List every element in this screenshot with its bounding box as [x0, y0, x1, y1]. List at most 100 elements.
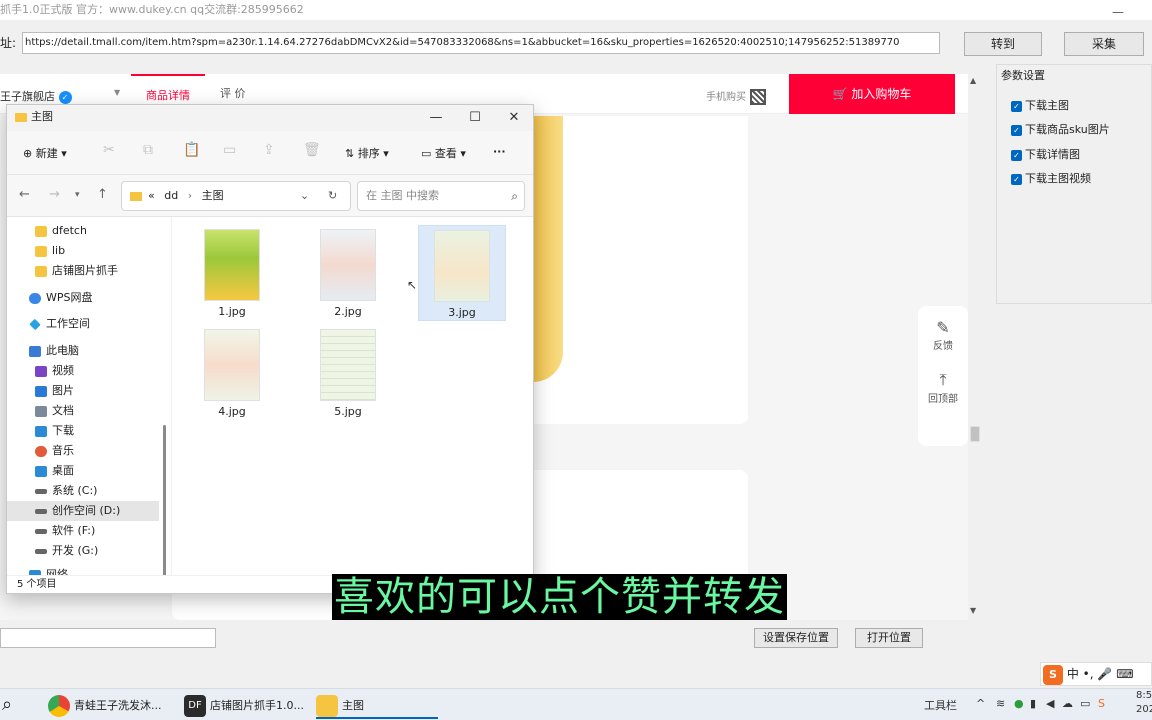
- buy-mobile[interactable]: 手机购买: [706, 88, 766, 105]
- display-icon[interactable]: ▭: [1080, 697, 1090, 710]
- search-icon[interactable]: ⌕: [2, 693, 12, 719]
- browser-scrollbar[interactable]: ▲ ▼: [968, 74, 982, 620]
- sidebar-item-this-pc[interactable]: 此电脑: [7, 341, 159, 361]
- checkbox-checked-icon[interactable]: ✓: [1011, 149, 1022, 161]
- checkbox-checked-icon[interactable]: ✓: [1011, 173, 1022, 185]
- breadcrumb-main[interactable]: 主图: [202, 189, 224, 202]
- sidebar-scrollbar[interactable]: [163, 425, 166, 575]
- param-download-detail[interactable]: ✓ 下载详情图: [1011, 146, 1080, 162]
- file-item[interactable]: 2.jpg: [304, 225, 392, 321]
- sidebar-item-drive-d[interactable]: 创作空间 (D:): [7, 501, 159, 521]
- sidebar-item-drive-g[interactable]: 开发 (G:): [7, 541, 159, 561]
- file-item[interactable]: 1.jpg: [188, 225, 276, 321]
- collect-button[interactable]: 采集: [1064, 32, 1144, 56]
- back-to-top-button[interactable]: ⤒ 回顶部: [918, 370, 968, 405]
- wifi-icon[interactable]: ≋: [996, 697, 1005, 710]
- chevron-up-icon[interactable]: ^: [976, 697, 985, 710]
- more-button[interactable]: ···: [493, 145, 506, 158]
- breadcrumb-dd[interactable]: dd: [164, 189, 178, 202]
- paste-icon[interactable]: 📋: [183, 142, 200, 158]
- file-item[interactable]: 4.jpg: [188, 325, 276, 421]
- sidebar-item-desktop[interactable]: 桌面: [7, 461, 159, 481]
- clock[interactable]: 8:52022/: [1136, 689, 1152, 717]
- refresh-icon[interactable]: ↻: [328, 182, 337, 210]
- maximize-icon[interactable]: ☐: [462, 107, 488, 129]
- address-label: 址:: [0, 36, 17, 50]
- new-button[interactable]: ⊕ 新建 ▾: [23, 145, 67, 161]
- sidebar-item-documents[interactable]: 文档: [7, 401, 159, 421]
- sidebar-item-workspace[interactable]: 工作空间: [7, 314, 159, 334]
- goto-button[interactable]: 转到: [964, 32, 1042, 56]
- recent-chevron-icon[interactable]: ▾: [75, 190, 80, 200]
- shop-name[interactable]: 王子旗舰店 ✓: [0, 88, 72, 104]
- rename-icon[interactable]: ▭: [223, 142, 236, 158]
- drive-icon: [35, 548, 47, 554]
- sidebar-item-lib[interactable]: lib: [7, 241, 159, 261]
- toolbar-label[interactable]: 工具栏: [924, 697, 957, 713]
- checkbox-checked-icon[interactable]: ✓: [1011, 100, 1022, 112]
- drive-icon: [35, 508, 47, 514]
- sogou-tray-icon[interactable]: S: [1098, 697, 1105, 710]
- cloud-icon[interactable]: ☁: [1062, 697, 1073, 710]
- param-download-main[interactable]: ✓ 下载主图: [1011, 97, 1069, 113]
- ime-toolbar[interactable]: S 中 •, 🎤 ⌨: [1040, 662, 1152, 686]
- file-explorer-window: 主图 — ☐ ✕ ⊕ 新建 ▾ ✂ ⧉ 📋 ▭ ⇪ 🗑 ⇅ 排序 ▾ ▭ 查看 …: [6, 104, 534, 594]
- sidebar-item-shop-grabber[interactable]: 店铺图片抓手: [7, 261, 159, 281]
- up-arrow-icon[interactable]: ↑: [97, 187, 108, 202]
- minimize-icon[interactable]: —: [1108, 2, 1128, 19]
- sidebar-item-wps-cloud[interactable]: WPS网盘: [7, 288, 159, 308]
- video-subtitle: 喜欢的可以点个赞并转发: [332, 574, 787, 620]
- taskbar-item-explorer[interactable]: 主图: [316, 693, 438, 719]
- folder-icon: [316, 695, 338, 717]
- navigation-pane: dfetch lib 店铺图片抓手 WPS网盘 工作空间 此电脑 视频 图片 文…: [7, 217, 171, 575]
- volume-icon[interactable]: ◀: [1046, 697, 1054, 710]
- sidebar-item-pictures[interactable]: 图片: [7, 381, 159, 401]
- microphone-icon[interactable]: 🎤: [1097, 667, 1112, 681]
- punctuation-icon[interactable]: •,: [1083, 667, 1094, 681]
- battery-icon[interactable]: ▮: [1030, 697, 1036, 710]
- checkbox-checked-icon[interactable]: ✓: [1011, 124, 1022, 136]
- feedback-button[interactable]: ✎ 反馈: [918, 318, 968, 352]
- bottom-controls: 设置保存位置 打开位置: [0, 620, 1152, 688]
- address-bar[interactable]: « dd › 主图 ⌄ ↻: [121, 181, 351, 211]
- file-item[interactable]: 5.jpg: [304, 325, 392, 421]
- cut-icon[interactable]: ✂: [103, 142, 115, 158]
- set-save-location-button[interactable]: 设置保存位置: [754, 628, 838, 648]
- file-list-pane: 1.jpg 2.jpg 3.jpg 4.jpg 5.jpg: [171, 217, 533, 575]
- back-arrow-icon[interactable]: ←: [19, 187, 30, 202]
- sidebar-item-dfetch[interactable]: dfetch: [7, 221, 159, 241]
- sidebar-item-downloads[interactable]: 下载: [7, 421, 159, 441]
- share-icon[interactable]: ⇪: [263, 142, 275, 158]
- param-download-video[interactable]: ✓ 下载主图视频: [1011, 170, 1091, 186]
- view-button[interactable]: ▭ 查看 ▾: [421, 145, 466, 161]
- url-input[interactable]: https://detail.tmall.com/item.htm?spm=a2…: [22, 32, 940, 54]
- sort-button[interactable]: ⇅ 排序 ▾: [345, 145, 389, 161]
- keyboard-icon[interactable]: ⌨: [1116, 667, 1133, 681]
- add-to-cart-button[interactable]: 🛒 加入购物车: [789, 74, 955, 114]
- explorer-toolbar: ⊕ 新建 ▾ ✂ ⧉ 📋 ▭ ⇪ 🗑 ⇅ 排序 ▾ ▭ 查看 ▾ ···: [7, 131, 533, 175]
- chevron-down-icon[interactable]: ⌄: [300, 182, 309, 210]
- search-icon: ⌕: [511, 189, 518, 203]
- minimize-icon[interactable]: —: [423, 107, 449, 129]
- sidebar-item-network[interactable]: 网络: [7, 565, 159, 575]
- chevron-down-icon[interactable]: ▼: [114, 88, 120, 97]
- open-location-button[interactable]: 打开位置: [855, 628, 923, 648]
- sidebar-item-drive-c[interactable]: 系统 (C:): [7, 481, 159, 501]
- file-item-selected[interactable]: 3.jpg: [418, 225, 506, 321]
- scroll-up-icon[interactable]: ▲: [970, 76, 976, 85]
- sidebar-item-videos[interactable]: 视频: [7, 361, 159, 381]
- ime-mode[interactable]: 中: [1067, 667, 1079, 681]
- sidebar-item-drive-f[interactable]: 软件 (F:): [7, 521, 159, 541]
- taskbar-item-grabber[interactable]: DF 店铺图片抓手1.0...: [184, 693, 304, 719]
- delete-icon[interactable]: 🗑: [303, 142, 321, 158]
- sidebar-item-music[interactable]: 音乐: [7, 441, 159, 461]
- scroll-thumb[interactable]: [970, 426, 980, 442]
- search-input[interactable]: 在 主图 中搜索 ⌕: [357, 181, 525, 211]
- taskbar-item-browser[interactable]: 青蛙王子洗发沐...: [48, 693, 162, 719]
- close-icon[interactable]: ✕: [501, 107, 527, 129]
- forward-arrow-icon[interactable]: →: [49, 187, 60, 202]
- copy-icon[interactable]: ⧉: [143, 142, 153, 158]
- scroll-down-icon[interactable]: ▼: [970, 606, 976, 615]
- param-download-sku[interactable]: ✓ 下载商品sku图片: [1011, 121, 1110, 137]
- shield-icon[interactable]: ●: [1014, 697, 1024, 710]
